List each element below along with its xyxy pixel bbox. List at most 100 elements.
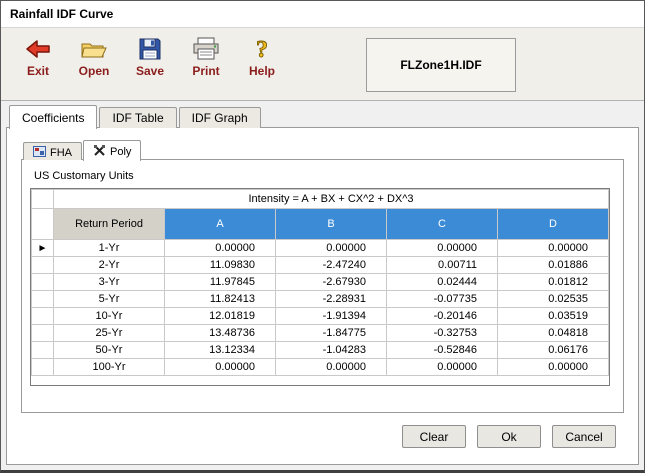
- coeff-a-cell[interactable]: 11.82413: [164, 290, 276, 308]
- gutter-cell: [31, 189, 54, 209]
- table-row: 25-Yr 13.48736 -1.84775 -0.32753 0.04818: [31, 324, 609, 342]
- row-selector-cell[interactable]: [31, 358, 54, 376]
- help-button[interactable]: ? Help: [237, 35, 287, 78]
- coeff-d-cell[interactable]: 0.06176: [497, 341, 609, 359]
- coeff-d-cell[interactable]: 0.01812: [497, 273, 609, 291]
- save-floppy-icon: [135, 35, 165, 63]
- exit-button-label: Exit: [26, 64, 49, 78]
- subtab-strip: FHA Poly: [23, 139, 142, 161]
- footer-buttons: Clear Ok Cancel: [402, 425, 616, 448]
- period-cell[interactable]: 100-Yr: [53, 358, 165, 376]
- save-button[interactable]: Save: [125, 35, 175, 78]
- coeff-b-cell[interactable]: -1.04283: [275, 341, 387, 359]
- coeff-a-cell[interactable]: 11.09830: [164, 256, 276, 274]
- coeff-b-cell[interactable]: -2.67930: [275, 273, 387, 291]
- coeff-a-cell[interactable]: 11.97845: [164, 273, 276, 291]
- column-header-c: C: [386, 208, 498, 240]
- clear-button[interactable]: Clear: [402, 425, 466, 448]
- column-header-period: Return Period: [53, 208, 165, 240]
- coeff-c-cell[interactable]: -0.07735: [386, 290, 498, 308]
- subtab-poly[interactable]: Poly: [83, 140, 142, 161]
- coefficients-tab-panel: FHA Poly US Customary Units Intensity = …: [6, 127, 639, 465]
- open-button[interactable]: Open: [69, 35, 119, 78]
- coeff-b-cell[interactable]: -2.47240: [275, 256, 387, 274]
- exit-button[interactable]: Exit: [13, 35, 63, 78]
- tab-coefficients-label: Coefficients: [22, 111, 85, 125]
- coeff-a-cell[interactable]: 12.01819: [164, 307, 276, 325]
- coeff-c-cell[interactable]: 0.00000: [386, 358, 498, 376]
- tab-idf-table-label: IDF Table: [112, 111, 164, 125]
- row-selector-cell[interactable]: [31, 307, 54, 325]
- row-selector-cell[interactable]: [31, 324, 54, 342]
- period-cell[interactable]: 25-Yr: [53, 324, 165, 342]
- table-row: 50-Yr 13.12334 -1.04283 -0.52846 0.06176: [31, 341, 609, 359]
- formula-row: Intensity = A + BX + CX^2 + DX^3: [31, 189, 609, 209]
- filename-text: FLZone1H.IDF: [400, 58, 482, 72]
- coeff-b-cell[interactable]: -1.91394: [275, 307, 387, 325]
- cancel-button[interactable]: Cancel: [552, 425, 616, 448]
- formula-header: Intensity = A + BX + CX^2 + DX^3: [53, 189, 609, 209]
- coeff-b-cell[interactable]: 0.00000: [275, 358, 387, 376]
- coeff-b-cell[interactable]: 0.00000: [275, 239, 387, 257]
- coeff-a-cell[interactable]: 0.00000: [164, 239, 276, 257]
- coeff-d-cell[interactable]: 0.01886: [497, 256, 609, 274]
- print-button-label: Print: [192, 64, 220, 78]
- poly-panel: US Customary Units Intensity = A + BX + …: [21, 159, 624, 413]
- help-question-icon: ?: [247, 35, 277, 63]
- row-selector-cell[interactable]: ►: [31, 239, 54, 257]
- table-row: 10-Yr 12.01819 -1.91394 -0.20146 0.03519: [31, 307, 609, 325]
- tab-idf-table[interactable]: IDF Table: [99, 107, 177, 128]
- coeff-a-cell[interactable]: 13.12334: [164, 341, 276, 359]
- coeff-d-cell[interactable]: 0.03519: [497, 307, 609, 325]
- save-button-label: Save: [135, 64, 165, 78]
- subtab-fha-label: FHA: [50, 146, 72, 159]
- period-cell[interactable]: 2-Yr: [53, 256, 165, 274]
- row-selector-cell[interactable]: [31, 290, 54, 308]
- ok-button[interactable]: Ok: [477, 425, 541, 448]
- svg-text:?: ?: [256, 37, 268, 63]
- coeff-a-cell[interactable]: 13.48736: [164, 324, 276, 342]
- toolbar: Exit Open Save Print ? Help FLZone1H.IDF: [1, 28, 644, 101]
- coeff-c-cell[interactable]: 0.00711: [386, 256, 498, 274]
- coeff-b-cell[interactable]: -2.28931: [275, 290, 387, 308]
- subtab-fha[interactable]: FHA: [23, 142, 82, 160]
- coeff-b-cell[interactable]: -1.84775: [275, 324, 387, 342]
- coeff-c-cell[interactable]: -0.52846: [386, 341, 498, 359]
- period-cell[interactable]: 1-Yr: [53, 239, 165, 257]
- period-cell[interactable]: 10-Yr: [53, 307, 165, 325]
- table-row: 2-Yr 11.09830 -2.47240 0.00711 0.01886: [31, 256, 609, 274]
- tab-strip: Coefficients IDF Table IDF Graph: [9, 104, 263, 129]
- open-button-label: Open: [78, 64, 110, 78]
- period-cell[interactable]: 3-Yr: [53, 273, 165, 291]
- coeff-c-cell[interactable]: 0.00000: [386, 239, 498, 257]
- fha-icon: [33, 145, 46, 160]
- open-folder-icon: [79, 35, 109, 63]
- column-header-a: A: [164, 208, 276, 240]
- period-cell[interactable]: 50-Yr: [53, 341, 165, 359]
- coeff-d-cell[interactable]: 0.02535: [497, 290, 609, 308]
- row-selector-icon: ►: [37, 243, 48, 254]
- row-selector-cell[interactable]: [31, 341, 54, 359]
- subtab-poly-label: Poly: [110, 146, 132, 158]
- coeff-d-cell[interactable]: 0.00000: [497, 358, 609, 376]
- period-cell[interactable]: 5-Yr: [53, 290, 165, 308]
- column-header-d: D: [497, 208, 609, 240]
- printer-icon: [191, 35, 221, 63]
- row-selector-cell[interactable]: [31, 273, 54, 291]
- coeff-d-cell[interactable]: 0.04818: [497, 324, 609, 342]
- print-button[interactable]: Print: [181, 35, 231, 78]
- coeff-c-cell[interactable]: -0.20146: [386, 307, 498, 325]
- row-selector-cell[interactable]: [31, 256, 54, 274]
- coeff-a-cell[interactable]: 0.00000: [164, 358, 276, 376]
- coeff-c-cell[interactable]: -0.32753: [386, 324, 498, 342]
- table-row: ► 1-Yr 0.00000 0.00000 0.00000 0.00000: [31, 239, 609, 257]
- help-button-label: Help: [248, 64, 275, 78]
- tab-idf-graph[interactable]: IDF Graph: [178, 107, 261, 128]
- coeff-c-cell[interactable]: 0.02444: [386, 273, 498, 291]
- header-row: Return Period A B C D: [31, 208, 609, 240]
- rainfall-idf-dialog: Rainfall IDF Curve Exit Open Save Print: [0, 0, 645, 473]
- coeff-d-cell[interactable]: 0.00000: [497, 239, 609, 257]
- tab-idf-graph-label: IDF Graph: [191, 111, 248, 125]
- tab-coefficients[interactable]: Coefficients: [9, 105, 98, 129]
- exit-icon: [23, 35, 53, 63]
